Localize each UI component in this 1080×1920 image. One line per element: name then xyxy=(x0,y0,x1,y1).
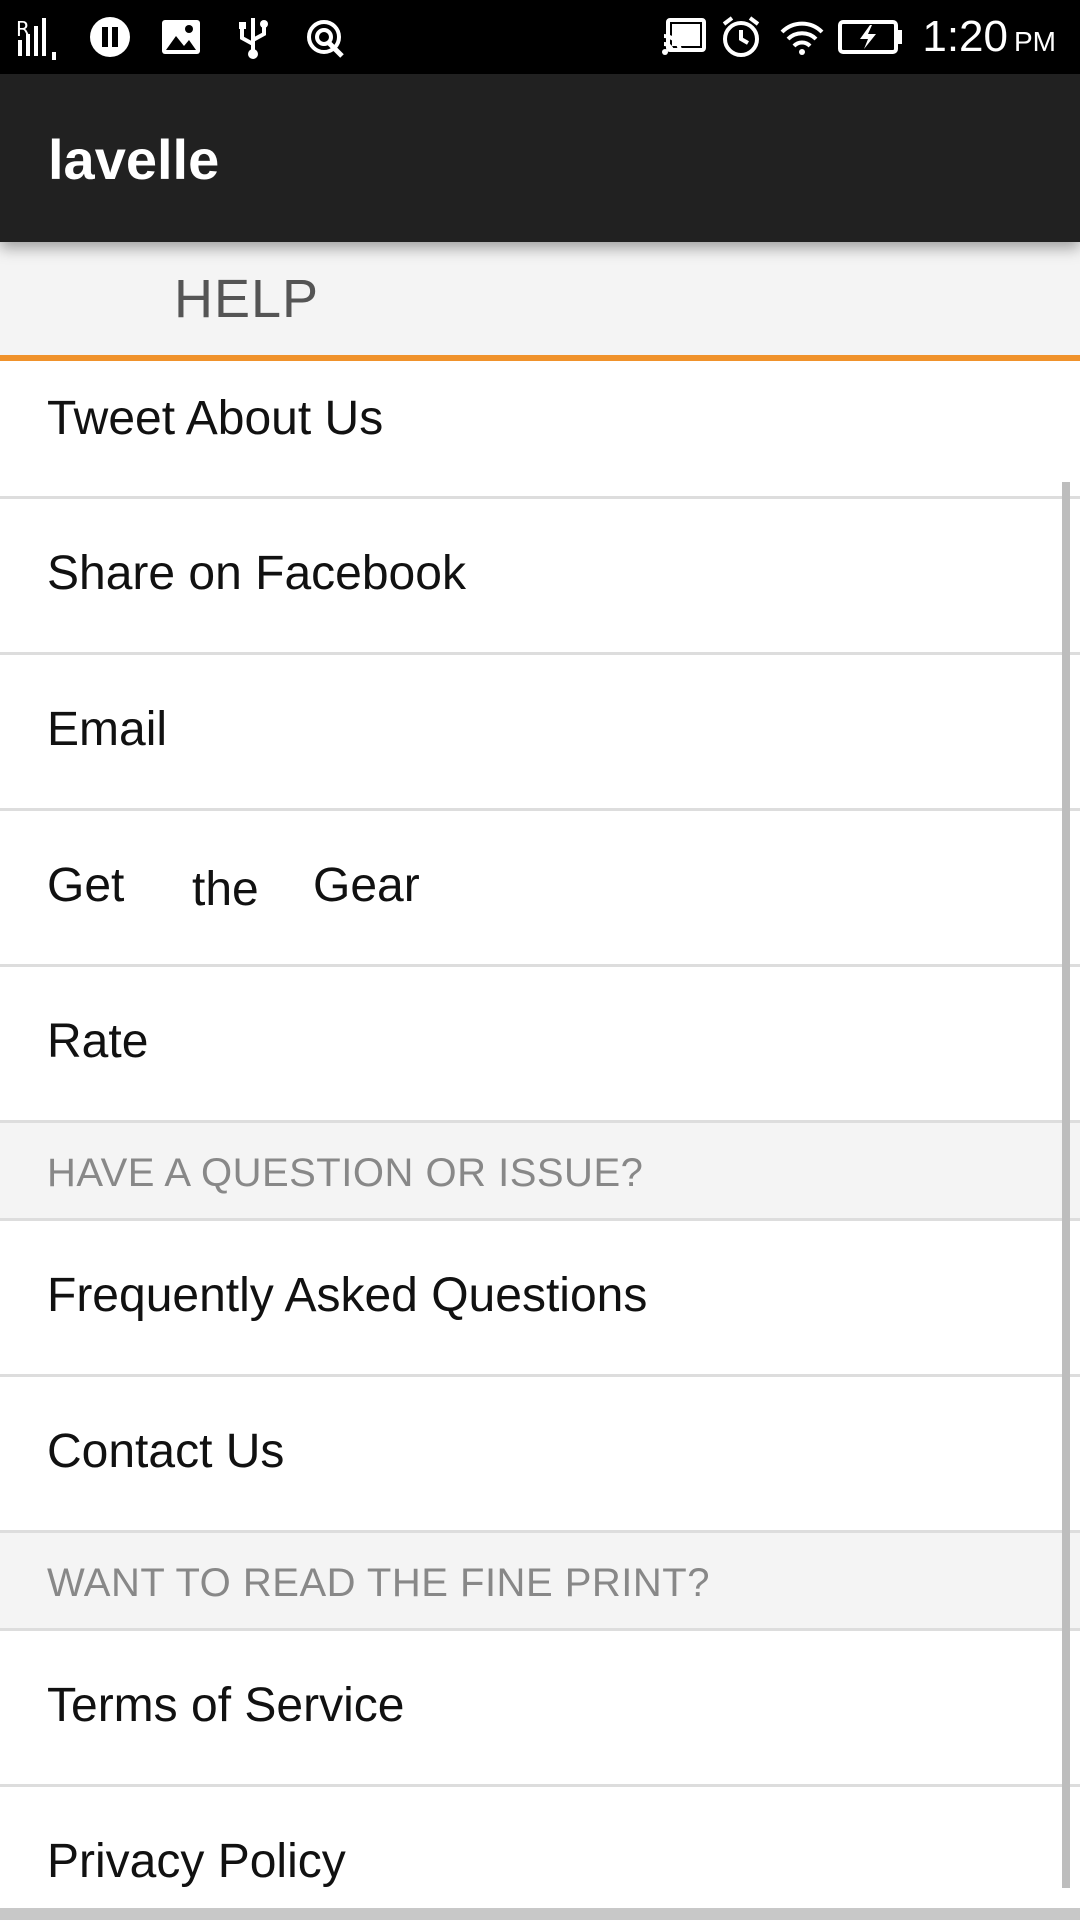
gear-word-gear: Gear xyxy=(313,859,420,912)
cast-icon xyxy=(662,18,706,55)
clock-time: 1:20 xyxy=(922,12,1008,61)
list-item-label: Rate xyxy=(47,1015,149,1068)
tab-indicator xyxy=(0,355,1080,361)
clock-ampm: PM xyxy=(1014,26,1056,57)
tab-bar: HELP xyxy=(0,242,1080,361)
list-item-label: Terms of Service xyxy=(47,1679,405,1732)
list-item-facebook[interactable]: Share on Facebook xyxy=(0,499,1080,655)
section-header-label: HAVE A QUESTION OR ISSUE? xyxy=(47,1151,644,1195)
list-item-label: Frequently Asked Questions xyxy=(47,1269,648,1322)
gear-word-the: the xyxy=(192,863,259,916)
list-item-tweet[interactable]: Tweet About Us xyxy=(0,361,1080,499)
section-header-question: HAVE A QUESTION OR ISSUE? xyxy=(0,1123,1080,1221)
tab-help[interactable]: HELP xyxy=(174,272,319,326)
usb-icon xyxy=(239,18,268,59)
data-sync-icon xyxy=(307,20,344,58)
list-item-faq[interactable]: Frequently Asked Questions xyxy=(0,1221,1080,1377)
help-list[interactable]: Tweet About Us Share on Facebook Email G… xyxy=(0,361,1080,1920)
list-item-label: Contact Us xyxy=(47,1425,285,1478)
list-item-terms[interactable]: Terms of Service xyxy=(0,1631,1080,1787)
list-item-label: Share on Facebook xyxy=(47,547,466,600)
wifi-icon xyxy=(780,21,824,55)
section-header-label: WANT TO READ THE FINE PRINT? xyxy=(47,1561,710,1605)
scrollbar[interactable] xyxy=(1062,482,1070,1888)
signal-icon: R xyxy=(16,17,56,60)
list-item-rate[interactable]: Rate xyxy=(0,967,1080,1123)
image-icon xyxy=(162,20,200,54)
alarm-icon xyxy=(722,16,760,57)
list-item-label: Tweet About Us xyxy=(47,392,384,445)
clock: 1:20 PM xyxy=(922,14,1056,60)
app-title: lavelle xyxy=(48,128,220,191)
battery-charging-icon xyxy=(838,20,902,54)
list-item-get-the-gear[interactable]: Get the Gear xyxy=(0,811,1080,967)
list-item-label: Email xyxy=(47,703,168,756)
list-bottom-edge xyxy=(0,1908,1080,1920)
list-item-contact-us[interactable]: Contact Us xyxy=(0,1377,1080,1533)
section-header-fine-print: WANT TO READ THE FINE PRINT? xyxy=(0,1533,1080,1631)
app-bar: lavelle xyxy=(0,74,1080,242)
list-item-email[interactable]: Email xyxy=(0,655,1080,811)
list-item-label: Get the Gear xyxy=(47,862,447,914)
list-item-privacy[interactable]: Privacy Policy xyxy=(0,1787,1080,1920)
pause-icon xyxy=(90,17,130,57)
list-item-label: Privacy Policy xyxy=(47,1835,346,1888)
status-bar: R 1:20 PM xyxy=(0,0,1080,74)
gear-word-get: Get xyxy=(47,859,125,912)
